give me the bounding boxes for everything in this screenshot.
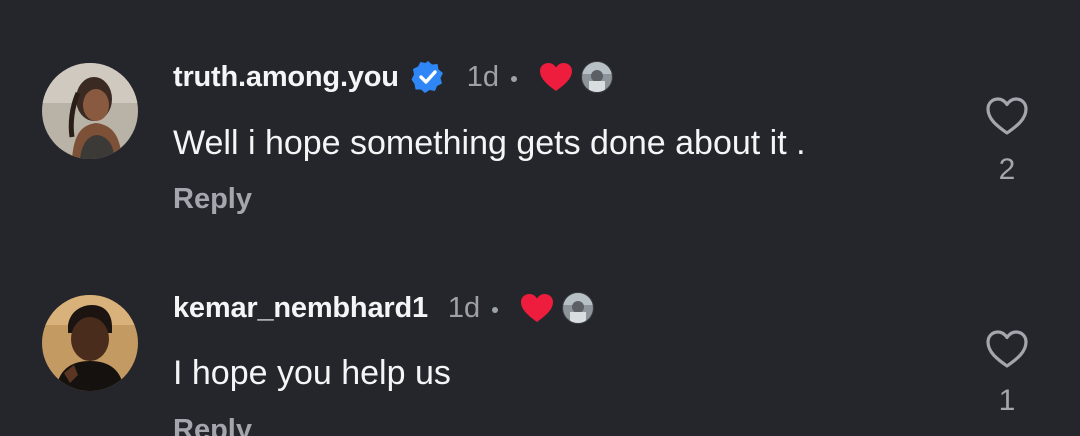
username[interactable]: truth.among.you [173,61,399,94]
username[interactable]: kemar_nembhard1 [173,292,428,325]
timestamp: 1d [447,291,481,324]
comment-meta: truth.among.you 1d [173,57,614,97]
comment-item: truth.among.you 1d Well i hope something… [0,0,1080,236]
separator-dot [511,76,518,82]
comment-item: kemar_nembhard1 1d I hope you help us Re… [0,236,1080,436]
avatar[interactable] [42,295,138,391]
verified-badge-icon [411,60,445,94]
separator-dot [492,307,499,313]
reply-button[interactable]: Reply [173,414,252,436]
reply-button[interactable]: Reply [173,183,252,216]
comment-meta: kemar_nembhard1 1d [173,288,595,328]
heart-outline-icon[interactable] [984,329,1030,369]
comment-text: I hope you help us [173,354,451,392]
creator-avatar [581,61,614,93]
red-heart-icon [538,61,574,93]
creator-avatar [562,292,595,324]
like-count: 2 [998,153,1016,186]
heart-outline-icon[interactable] [984,96,1030,136]
comment-text: Well i hope something gets done about it… [173,124,806,162]
like-count: 1 [998,384,1016,417]
red-heart-icon [519,292,555,324]
timestamp: 1d [466,60,500,93]
avatar[interactable] [42,63,138,159]
